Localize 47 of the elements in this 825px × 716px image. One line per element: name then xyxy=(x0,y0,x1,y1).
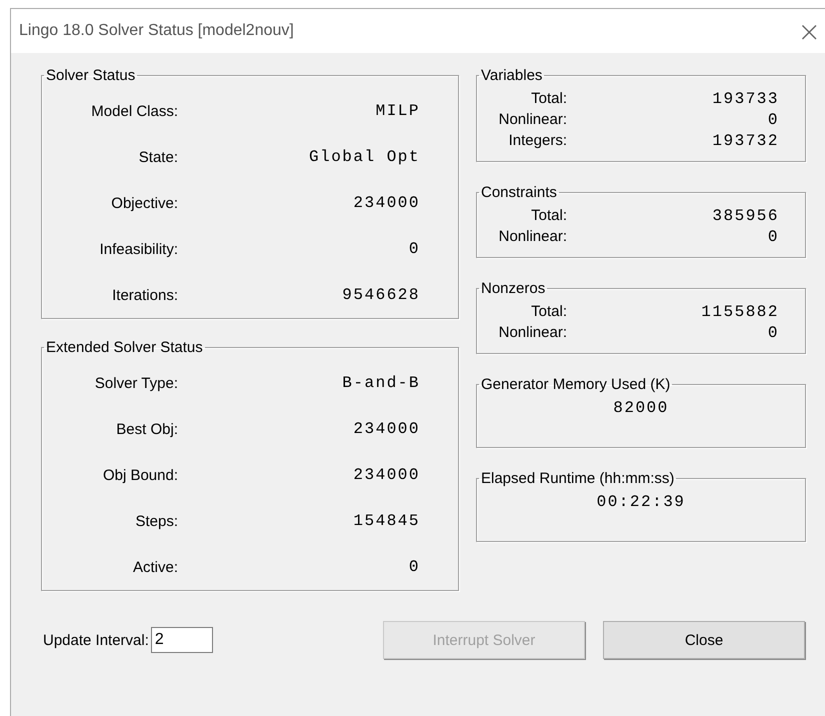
field-value: 1155882 xyxy=(700,302,779,320)
field-label: Infeasibility: xyxy=(98,240,178,258)
group-title: Elapsed Runtime (hh:mm:ss) xyxy=(480,470,676,487)
field-value: 234000 xyxy=(352,194,420,212)
field-label: Solver Type: xyxy=(94,374,178,392)
dialog-button[interactable]: Close xyxy=(603,621,805,659)
field-label: Nonlinear: xyxy=(498,228,567,245)
field-label: Objective: xyxy=(110,194,178,212)
field-value: MILP xyxy=(374,102,420,120)
field-value: 154845 xyxy=(352,512,420,530)
field-label: State: xyxy=(138,148,178,166)
field-label: Total: xyxy=(530,207,567,224)
field-value: 0 xyxy=(766,228,779,246)
group-title: Extended Solver Status xyxy=(45,339,204,356)
field-label: Best Obj: xyxy=(115,420,178,438)
field-value: 234000 xyxy=(352,420,420,438)
field-value: Global Opt xyxy=(308,148,420,166)
field-label: Total: xyxy=(530,303,567,320)
field-value: 82000 xyxy=(613,399,669,417)
field-label: Model Class: xyxy=(90,102,178,120)
field-label: Steps: xyxy=(134,512,178,530)
field-value: 9546628 xyxy=(341,286,420,304)
group-title: Constraints xyxy=(480,184,558,201)
field-value: 234000 xyxy=(352,466,420,484)
field-label: Update Interval: xyxy=(43,632,149,648)
field-value: 0 xyxy=(766,110,779,128)
field-label: Obj Bound: xyxy=(102,466,178,484)
field-value: B-and-B xyxy=(341,374,420,392)
field-label: Iterations: xyxy=(111,286,178,304)
input-field[interactable]: 2 xyxy=(150,627,213,653)
field-label: Active: xyxy=(132,558,178,576)
group-title: Nonzeros xyxy=(480,280,546,297)
group-title: Generator Memory Used (K) xyxy=(480,376,672,393)
field-label: Nonlinear: xyxy=(498,324,567,341)
field-value: 385956 xyxy=(711,206,779,224)
field-value: 193732 xyxy=(711,132,779,150)
field-value: 00:22:39 xyxy=(596,493,686,511)
field-label: Total: xyxy=(530,90,567,107)
field-label: Integers: xyxy=(508,132,567,149)
field-value: 0 xyxy=(766,324,779,342)
window-title: Lingo 18.0 Solver Status [model2nouv] xyxy=(19,22,294,40)
group-title: Solver Status xyxy=(45,67,136,84)
field-value: 193733 xyxy=(711,90,779,108)
field-value: 0 xyxy=(408,240,420,258)
field-value: 0 xyxy=(408,558,420,576)
group-title: Variables xyxy=(480,67,544,84)
field-label: Nonlinear: xyxy=(498,111,567,128)
